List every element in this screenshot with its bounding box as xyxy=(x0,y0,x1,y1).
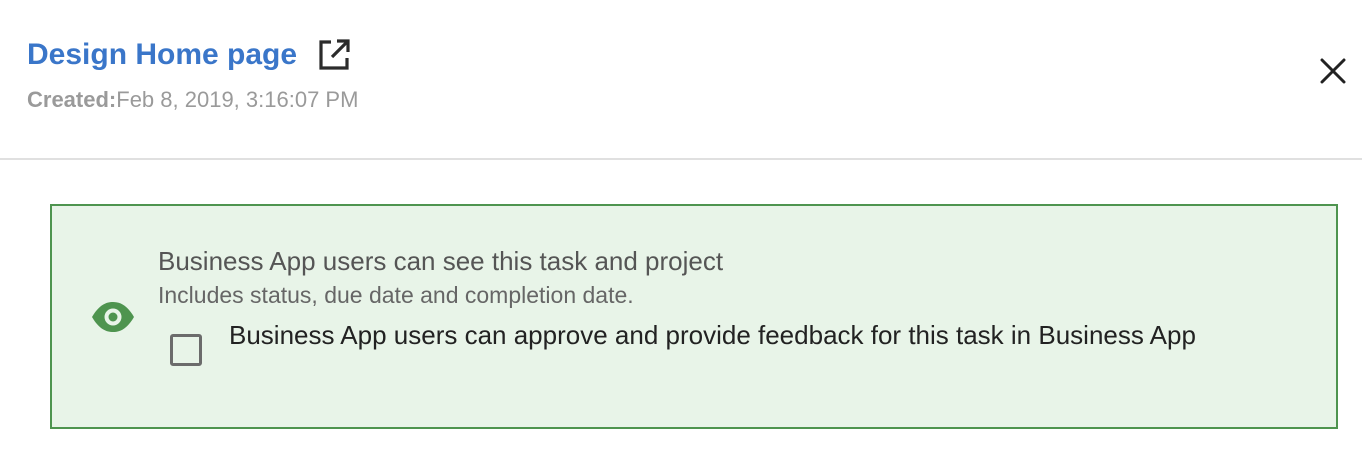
created-meta: Created:Feb 8, 2019, 3:16:07 PM xyxy=(27,86,358,114)
close-icon xyxy=(1320,58,1346,84)
task-title-link[interactable]: Design Home page xyxy=(27,36,297,74)
visibility-subtext: Includes status, due date and completion… xyxy=(158,282,634,308)
task-header: Design Home page Created:Feb 8, 2019, 3:… xyxy=(0,0,1362,160)
business-app-visibility-panel: Business App users can see this task and… xyxy=(50,204,1338,429)
visibility-heading: Business App users can see this task and… xyxy=(158,246,724,276)
approve-feedback-checkbox[interactable] xyxy=(170,334,202,366)
open-in-new-icon[interactable] xyxy=(317,38,351,72)
visibility-text: Business App users can see this task and… xyxy=(158,244,1308,310)
approve-feedback-label[interactable]: Business App users can approve and provi… xyxy=(229,316,1269,355)
created-value: Feb 8, 2019, 3:16:07 PM xyxy=(116,87,359,112)
eye-icon xyxy=(92,302,134,332)
close-button[interactable] xyxy=(1316,54,1350,88)
title-row: Design Home page xyxy=(27,36,351,74)
approve-feedback-option[interactable]: Business App users can approve and provi… xyxy=(170,316,1269,366)
created-label: Created: xyxy=(27,87,117,112)
